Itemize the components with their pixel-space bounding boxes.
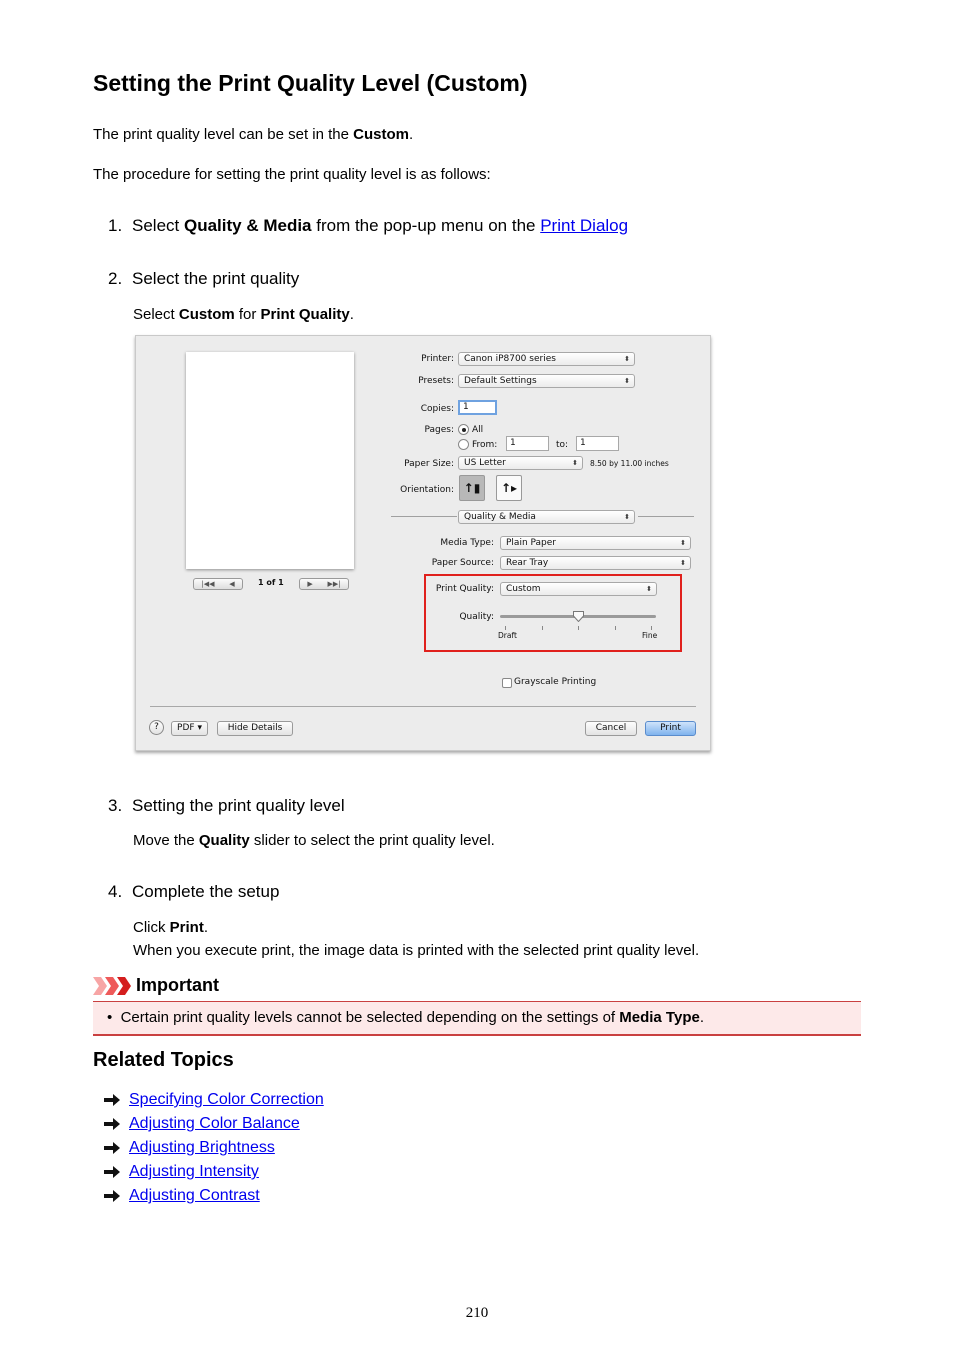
print-quality-select[interactable]: Custom ⬍ xyxy=(500,582,657,596)
arrow-right-icon xyxy=(104,1190,120,1202)
page-title: Setting the Print Quality Level (Custom) xyxy=(93,70,528,96)
print-dialog-link[interactable]: Print Dialog xyxy=(540,216,628,235)
divider xyxy=(638,516,694,517)
updown-arrows-icon: ⬍ xyxy=(624,377,630,385)
important-title: Important xyxy=(136,975,219,995)
print-button[interactable]: Print xyxy=(645,721,696,736)
important-box: • Certain print quality levels cannot be… xyxy=(93,1001,861,1036)
arrow-right-icon xyxy=(104,1118,120,1130)
step-1: 1. Select Quality & Media from the pop-up… xyxy=(108,216,629,235)
paper-source-select[interactable]: Rear Tray ⬍ xyxy=(500,556,691,570)
paper-size-label: Paper Size: xyxy=(404,459,454,469)
grayscale-label: Grayscale Printing xyxy=(514,677,597,687)
panel-menu-select[interactable]: Quality & Media ⬍ xyxy=(458,510,635,524)
related-link-intensity[interactable]: Adjusting Intensity xyxy=(129,1163,259,1181)
quality-min-label: Draft xyxy=(498,631,517,640)
arrow-right-icon xyxy=(104,1166,120,1178)
intro-line-2: The procedure for setting the print qual… xyxy=(93,166,491,183)
step-2: 2. Select the print quality xyxy=(108,269,300,288)
landscape-orientation-icon[interactable]: ↑▸ xyxy=(496,475,522,501)
arrow-right-icon xyxy=(104,1142,120,1154)
related-link-contrast[interactable]: Adjusting Contrast xyxy=(129,1187,260,1205)
pages-from-label: From: xyxy=(472,440,498,450)
pdf-button[interactable]: PDF ▾ xyxy=(171,721,208,736)
related-item: Adjusting Contrast xyxy=(104,1187,260,1205)
preview-back-buttons[interactable]: |◀◀ ◀ xyxy=(193,578,243,590)
step-2-detail: Select Custom for Print Quality. xyxy=(133,306,354,323)
quality-slider-thumb[interactable] xyxy=(573,611,584,622)
related-item: Adjusting Intensity xyxy=(104,1163,259,1181)
media-type-select[interactable]: Plain Paper ⬍ xyxy=(500,536,691,550)
important-item: • Certain print quality levels cannot be… xyxy=(107,1009,704,1026)
step-4: 4. Complete the setup xyxy=(108,882,280,901)
printer-label: Printer: xyxy=(421,354,454,364)
updown-arrows-icon: ⬍ xyxy=(680,559,686,567)
updown-arrows-icon: ⬍ xyxy=(624,513,630,521)
orientation-label: Orientation: xyxy=(400,485,454,495)
related-link-color-balance[interactable]: Adjusting Color Balance xyxy=(129,1115,300,1133)
help-button[interactable]: ? xyxy=(149,720,164,735)
updown-arrows-icon: ⬍ xyxy=(680,539,686,547)
step-3-detail: Move the Quality slider to select the pr… xyxy=(133,832,495,849)
paper-size-select[interactable]: US Letter ⬍ xyxy=(458,456,583,470)
grayscale-checkbox[interactable] xyxy=(502,678,512,688)
related-item: Specifying Color Correction xyxy=(104,1091,324,1109)
cancel-button[interactable]: Cancel xyxy=(585,721,637,736)
paper-source-label: Paper Source: xyxy=(431,558,494,568)
divider xyxy=(391,516,457,517)
next-page-icon[interactable]: ▶ xyxy=(307,580,312,588)
quality-tick xyxy=(651,626,652,630)
important-chevrons-icon xyxy=(93,976,131,995)
related-link-brightness[interactable]: Adjusting Brightness xyxy=(129,1139,275,1157)
important-header: Important xyxy=(93,975,219,996)
pages-to-input[interactable]: 1 xyxy=(576,436,619,451)
preview-forward-buttons[interactable]: ▶ ▶▶| xyxy=(299,578,349,590)
paper-size-dimensions: 8.50 by 11.00 inches xyxy=(590,459,669,468)
pages-label: Pages: xyxy=(424,425,454,435)
updown-arrows-icon: ⬍ xyxy=(624,355,630,363)
step-3: 3. Setting the print quality level xyxy=(108,796,345,815)
prev-page-icon[interactable]: ◀ xyxy=(229,580,234,588)
step-4-detail-2: When you execute print, the image data i… xyxy=(133,942,700,959)
portrait-orientation-icon[interactable]: ↑▮ xyxy=(459,475,485,501)
quality-max-label: Fine xyxy=(642,631,658,640)
updown-arrows-icon: ⬍ xyxy=(572,459,578,467)
arrow-right-icon xyxy=(104,1094,120,1106)
quality-tick xyxy=(614,626,616,630)
hide-details-button[interactable]: Hide Details xyxy=(217,721,293,736)
first-page-icon[interactable]: |◀◀ xyxy=(201,580,214,588)
pages-all-label: All xyxy=(472,425,484,435)
quality-tick xyxy=(541,626,543,630)
media-type-label: Media Type: xyxy=(440,538,494,548)
pages-all-radio[interactable] xyxy=(458,424,469,435)
print-dialog: |◀◀ ◀ 1 of 1 ▶ ▶▶| Printer: Canon iP8700 s… xyxy=(135,335,711,751)
page-number: 210 xyxy=(465,1305,489,1321)
page-preview xyxy=(186,352,354,569)
step-4-detail-1: Click Print. xyxy=(133,919,209,936)
dropdown-arrow-icon: ▾ xyxy=(197,723,202,733)
quality-tick xyxy=(505,626,506,630)
presets-select[interactable]: Default Settings ⬍ xyxy=(458,374,635,388)
updown-arrows-icon: ⬍ xyxy=(646,585,652,593)
presets-label: Presets: xyxy=(418,376,454,386)
related-link-color-correction[interactable]: Specifying Color Correction xyxy=(129,1091,324,1109)
pages-to-label: to: xyxy=(556,440,569,450)
last-page-icon[interactable]: ▶▶| xyxy=(327,580,340,588)
quality-label: Quality: xyxy=(459,612,494,622)
pages-from-input[interactable]: 1 xyxy=(506,436,549,451)
intro-line-1: The print quality level can be set in th… xyxy=(93,126,414,143)
related-item: Adjusting Color Balance xyxy=(104,1115,300,1133)
printer-select[interactable]: Canon iP8700 series ⬍ xyxy=(458,352,635,366)
related-topics-heading: Related Topics xyxy=(93,1049,234,1071)
copies-label: Copies: xyxy=(420,404,454,414)
print-quality-label: Print Quality: xyxy=(435,584,494,594)
page-count: 1 of 1 xyxy=(258,578,284,587)
divider xyxy=(150,706,696,707)
copies-input[interactable]: 1 xyxy=(458,400,497,415)
pages-from-radio[interactable] xyxy=(458,439,469,450)
quality-tick xyxy=(578,626,579,630)
related-item: Adjusting Brightness xyxy=(104,1139,275,1157)
